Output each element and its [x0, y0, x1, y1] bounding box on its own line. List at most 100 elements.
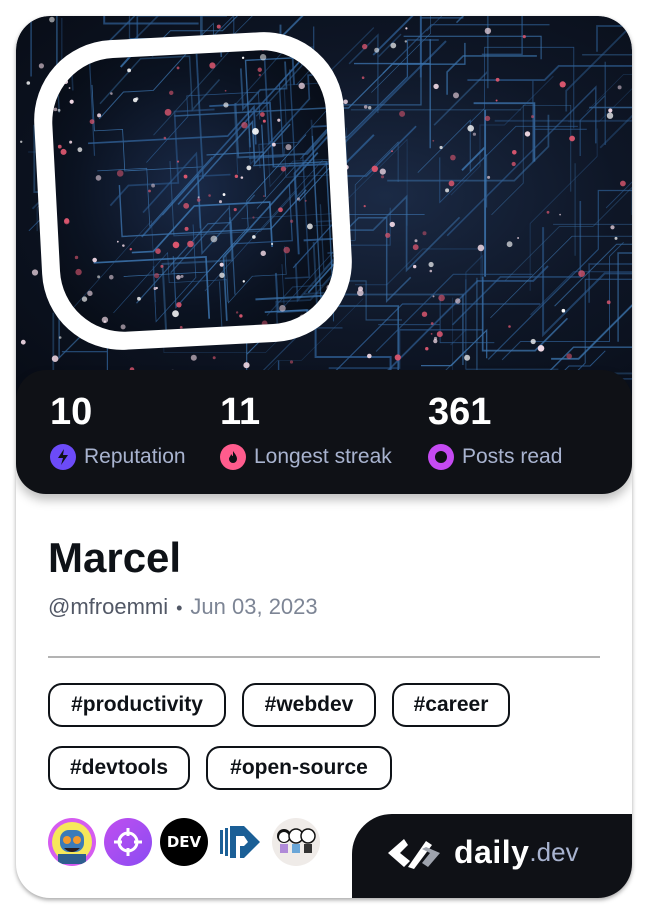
cartoon-people-icon [277, 828, 316, 853]
circuit-node [429, 269, 433, 273]
circuit-trace [487, 189, 632, 360]
circuit-node [433, 339, 438, 344]
circuit-trace [451, 201, 582, 326]
circuit-node [252, 216, 255, 219]
circuit-trace [93, 256, 211, 319]
circuit-node [428, 261, 434, 268]
circuit-node [436, 331, 443, 338]
source-robot-avatar[interactable] [48, 818, 96, 866]
circuit-node [606, 300, 611, 305]
circuit-trace [446, 55, 537, 95]
circuit-node [20, 339, 26, 345]
circuit-node [69, 140, 73, 144]
circuit-node [506, 241, 513, 248]
stat-longest-streak: 11 Longest streak [220, 392, 392, 470]
circuit-node [224, 89, 227, 92]
source-dev-to[interactable]: DEV [160, 818, 208, 866]
circuit-node [169, 90, 174, 96]
stat-value: 361 [428, 391, 492, 433]
circuit-node [404, 40, 407, 43]
circuit-trace [617, 252, 632, 342]
circuit-node [445, 188, 450, 193]
circuit-node [389, 221, 395, 228]
circuit-node [385, 232, 391, 238]
circuit-trace [372, 16, 422, 78]
circuit-node [49, 16, 55, 23]
circuit-node [517, 237, 520, 239]
source-crosshair[interactable] [104, 818, 152, 866]
brand-daily: daily [454, 834, 530, 870]
circuit-node [101, 316, 109, 324]
tag-chip[interactable]: #devtools [48, 746, 190, 790]
source-p-logo[interactable] [216, 818, 264, 866]
circuit-node [620, 180, 626, 187]
circuit-node [472, 132, 476, 136]
circuit-node [51, 355, 59, 363]
circuit-node [617, 85, 622, 90]
separator-dot: • [176, 598, 183, 618]
circuit-node [176, 274, 181, 280]
circuit-node [484, 115, 491, 122]
circuit-node [233, 208, 237, 212]
circuit-node [561, 308, 566, 313]
circuit-trace [439, 125, 578, 204]
source-list: DEV [48, 818, 328, 866]
circuit-node [190, 354, 197, 361]
avatar[interactable] [49, 47, 337, 335]
circuit-trace [264, 309, 314, 335]
circuit-node [63, 79, 69, 85]
circuit-node [299, 314, 306, 321]
daily-dev-logo-icon [388, 838, 440, 869]
circuit-node [422, 231, 427, 236]
circuit-trace [612, 372, 632, 375]
circuit-node [610, 225, 615, 230]
circuit-node [246, 165, 252, 171]
circuit-node [74, 255, 79, 260]
circuit-node [260, 250, 266, 257]
circuit-node [438, 294, 445, 302]
avatar-image [53, 47, 337, 335]
circuit-node [234, 174, 239, 179]
circuit-node [608, 108, 613, 113]
circuit-node [57, 108, 61, 112]
circuit-node [235, 311, 239, 314]
stats-panel: 10 Reputation 11 Longest streak 361 Post… [16, 370, 632, 494]
circuit-trace [490, 235, 632, 319]
circuit-node [569, 135, 575, 142]
brand-dev: .dev [529, 837, 579, 867]
circuit-node [108, 274, 114, 280]
circuit-node [439, 145, 443, 150]
circuit-node [285, 144, 292, 151]
circuit-trace [323, 17, 464, 106]
circuit-node [53, 107, 58, 112]
circuit-node [262, 119, 266, 123]
circuit-node [380, 175, 385, 179]
source-cartoon-people[interactable] [272, 818, 320, 866]
circuit-node [374, 47, 380, 53]
circuit-node [421, 311, 428, 317]
circuit-node [363, 105, 368, 109]
profile-handle[interactable]: @mfroemmi [48, 594, 168, 619]
tag-chip[interactable]: #webdev [242, 683, 376, 727]
circuit-node [38, 63, 44, 69]
stat-label: Posts read [462, 445, 563, 468]
circuit-trace [177, 119, 291, 206]
circuit-node [70, 314, 75, 319]
circuit-trace [312, 56, 337, 193]
circuit-trace [455, 16, 465, 24]
circuit-node [357, 289, 364, 297]
circuit-node [559, 213, 561, 216]
circuit-node [455, 298, 461, 304]
circuit-node [120, 324, 126, 330]
avatar-frame [30, 28, 356, 354]
tag-chip[interactable]: #productivity [48, 683, 226, 727]
circuit-node [243, 362, 250, 369]
daily-dev-logo: daily .dev [382, 834, 579, 871]
circuit-node [362, 43, 368, 50]
circuit-node [361, 76, 365, 79]
circuit-node [129, 247, 132, 251]
tag-chip[interactable]: #open-source [206, 746, 392, 790]
daily-dev-brand[interactable]: daily .dev [352, 814, 632, 898]
tag-chip[interactable]: #career [392, 683, 510, 727]
circuit-node [522, 35, 526, 39]
